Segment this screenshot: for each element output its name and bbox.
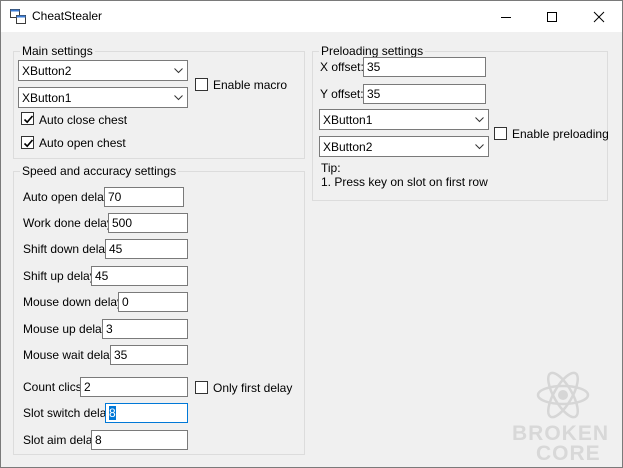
minimize-button[interactable] — [483, 1, 529, 32]
preloading-settings-label: Preloading settings — [319, 44, 426, 58]
maximize-icon — [547, 12, 557, 22]
title-bar[interactable]: CheatStealer — [1, 1, 622, 32]
x-offset-input[interactable]: 35 — [363, 57, 486, 77]
app-window: CheatStealer Main settings XButton2 XBut… — [0, 0, 623, 468]
enable-preloading-label[interactable]: Enable preloading — [512, 127, 609, 141]
tip-title: Tip: — [321, 161, 341, 175]
shift-down-delay-label: Shift down delay: — [23, 242, 115, 256]
selected-text: 8 — [109, 406, 116, 420]
minimize-icon — [501, 17, 511, 18]
main-settings-label: Main settings — [20, 44, 95, 58]
watermark-line-2: CORE — [536, 442, 601, 465]
window-title: CheatStealer — [32, 9, 103, 23]
slot-switch-delay-label: Slot switch delay: — [23, 406, 116, 420]
mouse-down-delay-label: Mouse down delay: — [23, 295, 127, 309]
auto-close-chest-checkbox[interactable] — [21, 112, 34, 125]
auto-open-chest-label[interactable]: Auto open chest — [39, 136, 126, 150]
preload-key-combo-2[interactable]: XButton2 — [319, 136, 489, 157]
chevron-down-icon — [174, 95, 183, 101]
mouse-down-delay-input[interactable]: 0 — [118, 292, 188, 312]
brokencore-watermark: BROKEN CORE — [509, 369, 619, 465]
work-done-delay-input[interactable]: 500 — [108, 213, 188, 233]
y-offset-label: Y offset: — [320, 87, 364, 101]
combo-value: XButton1 — [323, 113, 373, 127]
atom-icon — [536, 371, 590, 419]
shift-up-delay-label: Shift up delay: — [23, 269, 100, 283]
combo-value: XButton1 — [22, 91, 72, 105]
maximize-button[interactable] — [529, 1, 575, 32]
shift-down-delay-input[interactable]: 45 — [105, 239, 188, 259]
y-offset-input[interactable]: 35 — [363, 84, 486, 104]
x-offset-label: X offset: — [320, 60, 364, 74]
checkmark-icon — [23, 115, 34, 124]
tip-text: 1. Press key on slot on first row — [321, 175, 488, 189]
only-first-delay-checkbox[interactable] — [195, 381, 208, 394]
mouse-wait-delay-input[interactable]: 35 — [110, 345, 188, 365]
close-button[interactable] — [576, 1, 622, 32]
chevron-down-icon — [174, 68, 183, 74]
slot-aim-delay-input[interactable]: 8 — [91, 430, 188, 450]
auto-open-chest-checkbox[interactable] — [21, 136, 34, 149]
speed-accuracy-label: Speed and accuracy settings — [20, 164, 179, 178]
slot-switch-delay-input[interactable]: 8 — [105, 403, 188, 423]
enable-macro-checkbox[interactable] — [195, 78, 208, 91]
auto-open-delay-label: Auto open delay: — [23, 190, 114, 204]
combo-value: XButton2 — [323, 140, 373, 154]
mouse-wait-delay-label: Mouse wait delay: — [23, 348, 120, 362]
shift-up-delay-input[interactable]: 45 — [91, 266, 188, 286]
main-key-combo-1[interactable]: XButton2 — [18, 60, 188, 81]
main-key-combo-2[interactable]: XButton1 — [18, 87, 188, 108]
mouse-up-delay-label: Mouse up delay: — [23, 322, 112, 336]
close-icon — [593, 11, 605, 23]
auto-close-chest-label[interactable]: Auto close chest — [39, 113, 127, 127]
count-clics-input[interactable]: 2 — [80, 377, 188, 397]
preload-key-combo-1[interactable]: XButton1 — [319, 109, 489, 130]
chevron-down-icon — [475, 117, 484, 123]
count-clics-label: Count clics: — [23, 380, 86, 394]
enable-preloading-checkbox[interactable] — [494, 127, 507, 140]
only-first-delay-label[interactable]: Only first delay — [213, 381, 292, 395]
combo-value: XButton2 — [22, 64, 72, 78]
checkmark-icon — [23, 139, 34, 148]
slot-aim-delay-label: Slot aim delay: — [23, 433, 102, 447]
app-window-icon — [10, 9, 26, 24]
enable-macro-label[interactable]: Enable macro — [213, 78, 287, 92]
auto-open-delay-input[interactable]: 70 — [104, 187, 184, 207]
chevron-down-icon — [475, 144, 484, 150]
work-done-delay-label: Work done delay: — [23, 216, 117, 230]
mouse-up-delay-input[interactable]: 3 — [102, 319, 188, 339]
